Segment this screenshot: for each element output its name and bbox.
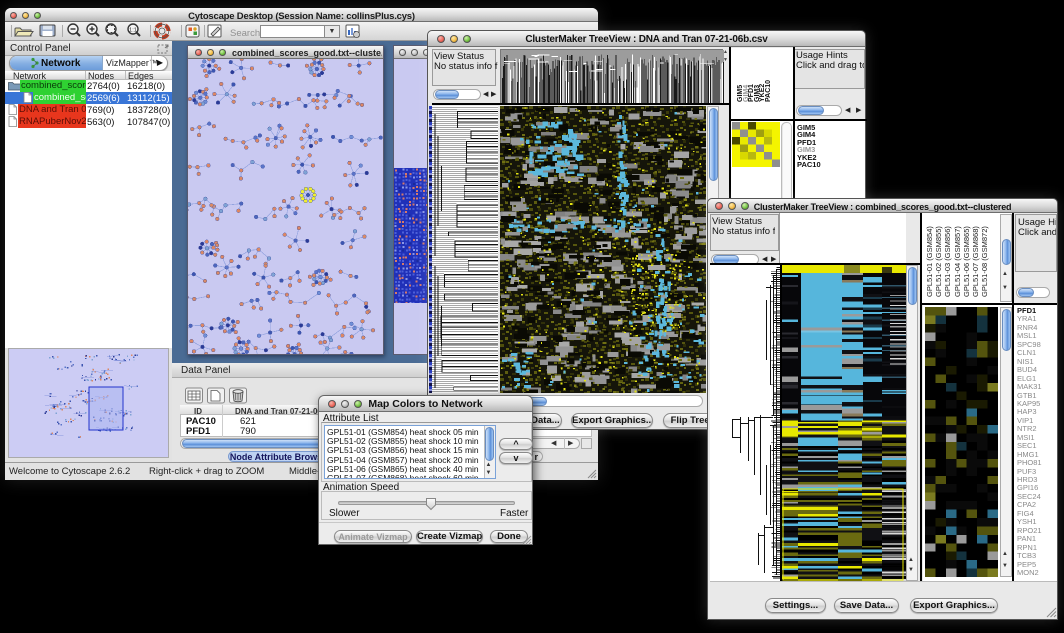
svg-text:1:1: 1:1 — [129, 28, 137, 34]
